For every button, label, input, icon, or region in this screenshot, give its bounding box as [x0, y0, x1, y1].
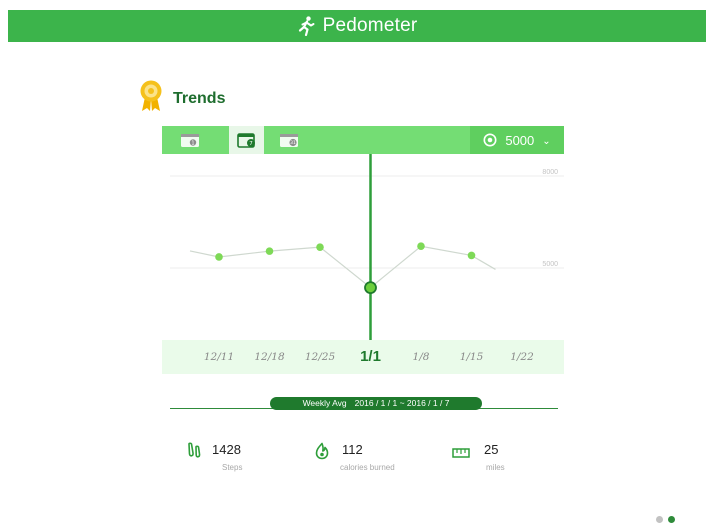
ruler-icon [452, 445, 470, 463]
steps-label: Steps [222, 463, 243, 472]
x-tick-label[interactable]: 1/8 [413, 340, 430, 374]
tab-day[interactable]: 1 [172, 126, 207, 154]
tab-month-badge: 31 [290, 140, 296, 146]
goal-value: 5000 [505, 132, 535, 148]
x-tick-label[interactable]: 12/11 [204, 340, 234, 374]
data-point[interactable] [417, 242, 425, 251]
tab-month[interactable]: 31 [272, 126, 307, 154]
calendar-day-icon: 1 [180, 134, 199, 147]
app-title: Pedometer [322, 15, 418, 36]
tab-week-badge: 7 [249, 141, 253, 147]
trend-line [189, 245, 496, 289]
chevron-down-icon: ⌄ [542, 135, 551, 147]
trend-chart: 8000 5000 [162, 154, 564, 340]
data-point[interactable] [467, 251, 476, 260]
weekly-range: 2016 / 1 / 1 ~ 2016 / 1 / 7 [354, 398, 450, 408]
calories-label: calories burned [340, 463, 395, 472]
x-tick-label-selected[interactable]: 1/1 [360, 340, 381, 374]
runner-icon [297, 16, 315, 36]
data-point[interactable] [265, 247, 274, 255]
footprint-icon [186, 442, 202, 465]
tab-week[interactable]: 7 [229, 126, 264, 154]
data-point-selected[interactable] [364, 281, 377, 295]
page-indicator [656, 516, 675, 523]
calories-value: 112 [342, 442, 363, 457]
date-axis: 12/11 12/18 12/25 1/1 1/8 1/15 1/22 [162, 340, 564, 374]
flame-icon [314, 442, 330, 465]
data-point[interactable] [215, 253, 223, 261]
x-tick-label[interactable]: 12/18 [254, 340, 284, 374]
steps-value: 1428 [212, 442, 241, 457]
y-tick-label: 5000 [542, 261, 558, 268]
x-tick-label[interactable]: 1/15 [460, 340, 484, 374]
award-ribbon-icon [139, 80, 163, 117]
trend-chart-svg: 8000 5000 [170, 154, 564, 340]
page-dot-active[interactable] [668, 516, 675, 523]
weekly-average-label: Weekly Avg [302, 398, 347, 408]
miles-value: 25 [484, 442, 499, 457]
tab-day-badge: 1 [191, 140, 194, 146]
calendar-week-icon: 7 [236, 133, 255, 148]
calendar-month-icon: 31 [279, 134, 298, 147]
x-tick-label[interactable]: 1/22 [510, 340, 534, 374]
y-tick-label: 8000 [542, 169, 558, 176]
period-toolbar: 1 7 31 5000 ⌄ [162, 126, 564, 154]
x-tick-label[interactable]: 12/25 [305, 340, 335, 374]
section-heading: Trends [139, 80, 225, 117]
app-header: Pedometer [8, 10, 706, 42]
weekly-average-badge: Weekly Avg 2016 / 1 / 1 ~ 2016 / 1 / 7 [270, 397, 482, 410]
goal-selector[interactable]: 5000 ⌄ [470, 126, 564, 154]
miles-label: miles [486, 463, 505, 472]
page-dot[interactable] [656, 516, 663, 523]
target-icon [483, 133, 497, 147]
section-title: Trends [173, 89, 226, 107]
data-point[interactable] [316, 243, 324, 251]
